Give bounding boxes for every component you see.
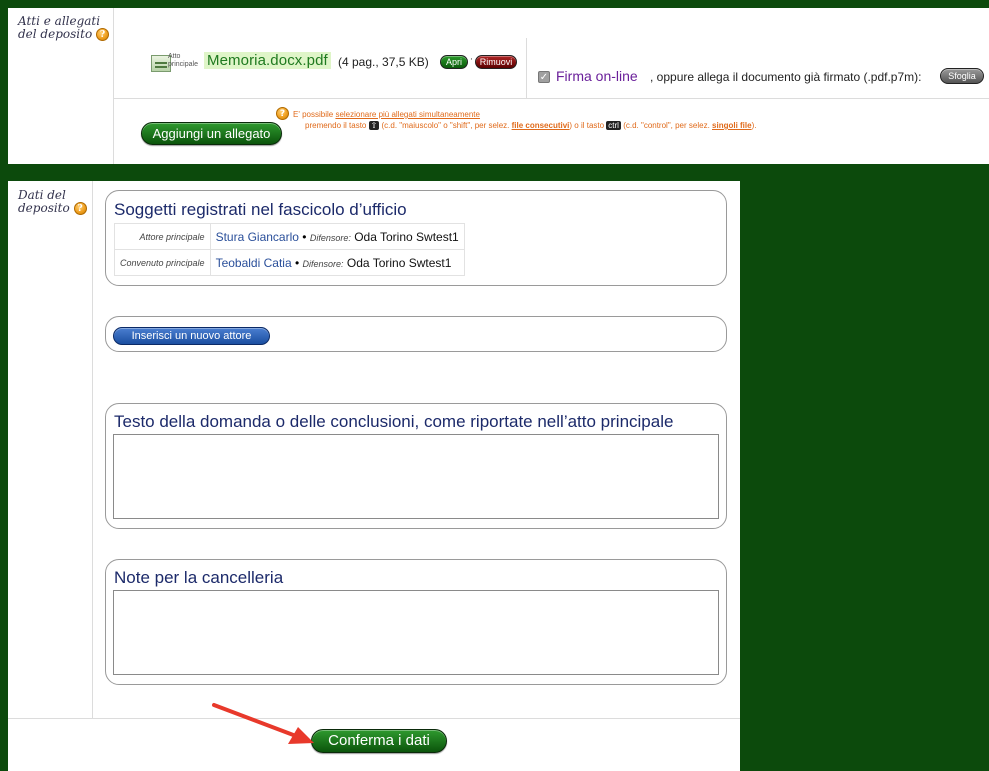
hint-link-consecutivi[interactable]: file consecutivi: [512, 121, 570, 130]
table-row: Convenuto principale Teobaldi Catia • Di…: [114, 249, 465, 276]
party-cell: Teobaldi Catia • Difensore: Oda Torino S…: [209, 249, 465, 276]
dati-side-label: Dati del deposito ?: [18, 189, 98, 215]
testo-textarea[interactable]: [113, 434, 719, 519]
firma-online-checkbox[interactable]: ✓: [538, 71, 550, 83]
hint-text-e: ).: [751, 121, 757, 130]
hint-text-a: premendo il tasto: [305, 121, 369, 130]
hint-text-b: (c.d. "maiuscolo" o "shift", per selez.: [379, 121, 512, 130]
help-icon[interactable]: ?: [73, 202, 87, 215]
separator-dot: ·: [470, 55, 473, 65]
bullet: •: [302, 229, 310, 244]
atti-section: Atti e allegati del deposito ? Atto prin…: [8, 8, 989, 164]
inserisci-attore-button[interactable]: Inserisci un nuovo attore: [113, 327, 270, 345]
frame-top-border: [0, 0, 989, 8]
dati-label-line2: deposito: [18, 201, 70, 215]
dati-column-divider: [92, 181, 93, 718]
multi-select-hint: E' possibile selezionare più allegati si…: [293, 110, 756, 130]
party-name-link[interactable]: Teobaldi Catia: [216, 256, 292, 270]
difensore-name: Oda Torino Swtest1: [346, 255, 452, 270]
atti-label-line2: del deposito: [18, 27, 93, 41]
file-caption-line2: principale: [168, 61, 198, 68]
firma-online-label[interactable]: Firma on-line: [556, 68, 638, 84]
role-cell: Attore principale: [114, 223, 211, 250]
difensore-name: Oda Torino Swtest1: [354, 229, 459, 244]
hint-link-singoli[interactable]: singoli file: [712, 121, 752, 130]
apri-button[interactable]: Apri: [440, 55, 468, 69]
hint-prefix: E' possibile: [293, 110, 336, 119]
dati-section: Dati del deposito ? Soggetti registrati …: [8, 181, 740, 771]
hint-line2: premendo il tasto ⇧ (c.d. "maiuscolo" o …: [293, 121, 756, 130]
file-name-link[interactable]: Memoria.docx.pdf: [204, 52, 331, 69]
firma-online-description: , oppure allega il documento già firmato…: [650, 70, 922, 84]
role-cell: Convenuto principale: [114, 249, 211, 276]
inserisci-box: Inserisci un nuovo attore: [105, 316, 727, 352]
ctrl-key-icon: ctrl: [606, 121, 621, 130]
testo-box: Testo della domanda o delle conclusioni,…: [105, 403, 727, 529]
soggetti-box: Soggetti registrati nel fascicolo d’uffi…: [105, 190, 727, 286]
aggiungi-allegato-button[interactable]: Aggiungi un allegato: [141, 122, 282, 145]
bullet: •: [294, 255, 303, 270]
dati-label-line2-wrap: deposito ?: [18, 202, 98, 215]
sfoglia-button[interactable]: Sfoglia: [940, 68, 984, 84]
difensore-label: Difensore:: [302, 258, 344, 269]
note-textarea[interactable]: [113, 590, 719, 675]
party-cell: Stura Giancarlo • Difensore: Oda Torino …: [209, 223, 465, 250]
rimuovi-button[interactable]: Rimuovi: [475, 55, 517, 69]
file-caption: Atto principale: [168, 53, 198, 69]
atti-side-label: Atti e allegati del deposito ?: [18, 15, 118, 41]
shift-key-icon: ⇧: [368, 121, 380, 130]
soggetti-title: Soggetti registrati nel fascicolo d’uffi…: [114, 200, 407, 219]
hint-help-icon: ?: [276, 107, 289, 120]
testo-title: Testo della domanda o delle conclusioni,…: [114, 412, 674, 431]
frame-left-border: [0, 0, 8, 771]
file-row-bottom-line: [113, 98, 989, 99]
hint-link-multi[interactable]: selezionare più allegati simultaneamente: [335, 110, 480, 119]
conferma-dati-button[interactable]: Conferma i dati: [311, 729, 447, 753]
party-name-link[interactable]: Stura Giancarlo: [216, 230, 299, 244]
file-caption-line1: Atto: [168, 53, 181, 60]
atti-label-line2-wrap: del deposito ?: [18, 28, 118, 41]
atti-column-divider: [113, 8, 114, 164]
frame-right-panel: [740, 164, 989, 771]
note-title: Note per la cancelleria: [114, 568, 284, 587]
table-row: Attore principale Stura Giancarlo • Dife…: [114, 223, 465, 250]
difensore-label: Difensore:: [309, 232, 351, 243]
dati-bottom-line: [8, 718, 740, 719]
note-box: Note per la cancelleria: [105, 559, 727, 685]
file-meta: (4 pag., 37,5 KB): [338, 55, 429, 69]
hint-text-d: (c.d. "control", per selez.: [620, 121, 713, 130]
hint-text-c: ) o il tasto: [569, 121, 607, 130]
soggetti-table: Attore principale Stura Giancarlo • Dife…: [114, 223, 465, 276]
hint-line1: E' possibile selezionare più allegati si…: [293, 110, 756, 119]
help-icon[interactable]: ?: [96, 28, 109, 41]
file-cell-divider: [526, 38, 527, 98]
